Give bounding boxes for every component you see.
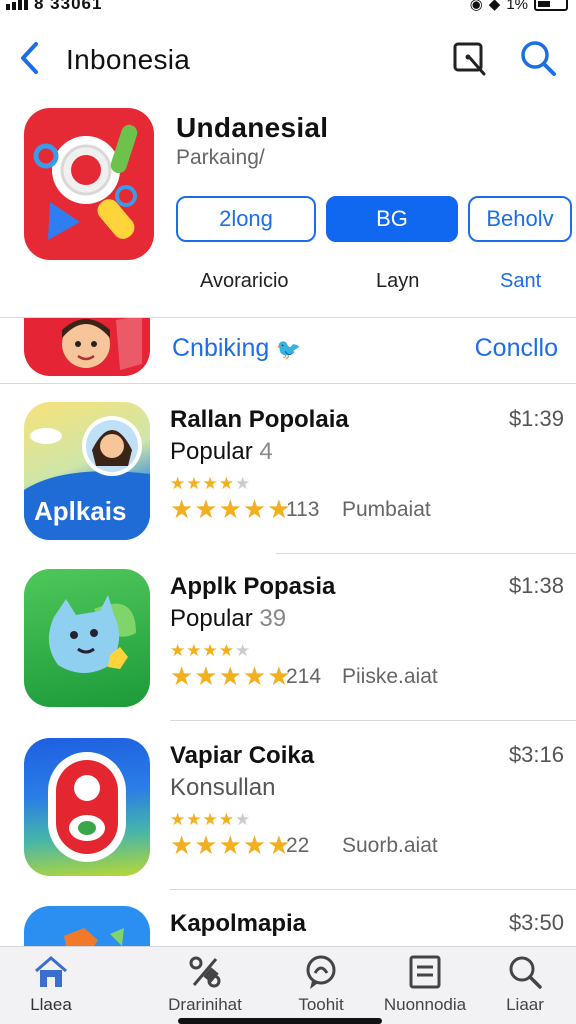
app-name: Undanesial (176, 112, 329, 143)
button-2long[interactable]: 2long (176, 196, 316, 242)
app-price[interactable]: $3:16 (509, 742, 564, 768)
app-name: Applk Popasia (170, 573, 336, 600)
app-category: Popular 4 (170, 438, 273, 465)
search-icon[interactable] (518, 38, 558, 78)
app-category: Konsullan (170, 774, 276, 801)
tab-toohit[interactable]: Toohit (266, 953, 376, 1023)
app-store-screen: 8 33061 ◉ ◆ 1% Inbonesia Undanesial Park… (0, 0, 576, 1024)
search-icon (509, 956, 542, 989)
edit-icon[interactable] (450, 38, 490, 78)
app-category: Popular 39 (170, 605, 287, 632)
bird-icon: 🐦 (276, 339, 302, 361)
status-time: 8 33061 (34, 0, 103, 13)
app-meta: Suorb.aiat (342, 834, 438, 857)
segment-avoraricio[interactable]: Avoraricio (200, 270, 289, 293)
app-icon (24, 738, 150, 876)
home-icon (35, 956, 67, 987)
ranking-app-icon[interactable] (24, 318, 150, 376)
list-item[interactable]: Aplkais Rallan Popolaia Popular 4 $1:39 … (0, 386, 576, 554)
tab-nuonnodia[interactable]: Nuonnodia (370, 953, 480, 1023)
tab-liaar[interactable]: Liaar (470, 953, 576, 1023)
app-icon[interactable] (24, 108, 154, 260)
tab-drarinihat[interactable]: Drarinihat (150, 953, 260, 1023)
signal-icon (6, 0, 28, 10)
ranking-link[interactable]: Concllo (475, 334, 558, 363)
chat-icon (306, 955, 336, 989)
navigation-bar: Inbonesia (0, 30, 576, 94)
percent-tag-icon (189, 956, 221, 988)
button-bg[interactable]: BG (326, 196, 458, 242)
featured-app-header: Undanesial Parkaing/ 2long BG Beholv Avo… (0, 98, 576, 318)
rating-count: 22 (286, 834, 310, 857)
tab-llaea[interactable]: Llaea (0, 953, 106, 1023)
app-subtitle: Parkaing/ (176, 146, 265, 169)
app-name: Vapiar Coika (170, 742, 315, 769)
battery-icon (534, 0, 568, 11)
app-icon (24, 569, 150, 707)
ranking-label[interactable]: Cnbiking 🐦 (172, 334, 301, 363)
app-price[interactable]: $1:38 (509, 573, 564, 599)
rating-count: 113 (286, 498, 320, 521)
list-item[interactable]: Vapiar Coika Konsullan $3:16 ★★★★★ ★★★★★… (0, 722, 576, 890)
rating-stars-small: ★★★★★ (170, 810, 252, 829)
app-icon-text: Aplkais (34, 496, 127, 526)
app-name: Rallan Popolaia (170, 406, 349, 433)
rating-stars: ★★★★★ (170, 494, 292, 524)
rating-stars-small: ★★★★★ (170, 474, 252, 493)
app-price[interactable]: $3:50 (509, 910, 564, 936)
battery-percent: 1% (506, 0, 528, 13)
app-icon (24, 906, 150, 946)
list-item[interactable]: Kapolmapia $3:50 (0, 890, 576, 946)
divider (170, 720, 576, 721)
wifi-icon: ◆ (488, 0, 501, 13)
ranking-row: Cnbiking 🐦 Concllo (0, 318, 576, 384)
segment-layn[interactable]: Layn (376, 270, 419, 293)
rating-stars: ★★★★★ (170, 661, 292, 691)
list-item[interactable]: Applk Popasia Popular 39 $1:38 ★★★★★ ★★★… (0, 553, 576, 721)
status-bar: 8 33061 ◉ ◆ 1% (0, 0, 576, 22)
app-price[interactable]: $1:39 (509, 406, 564, 432)
app-name: Kapolmapia (170, 910, 307, 937)
lock-icon: ◉ (469, 0, 483, 13)
app-meta: Piiske.aiat (342, 665, 438, 688)
tab-bar: Llaea Drarinihat Toohit Nuonnodia Liaar (0, 946, 576, 1024)
home-indicator (178, 1018, 382, 1024)
segment-sant[interactable]: Sant (500, 270, 541, 293)
chevron-left-icon[interactable] (14, 38, 48, 78)
page-title: Inbonesia (66, 44, 191, 75)
app-icon: Aplkais (24, 402, 150, 540)
rating-stars: ★★★★★ (170, 830, 292, 860)
rating-count: 214 (286, 665, 322, 688)
app-meta: Pumbaiat (342, 498, 431, 521)
rating-stars-small: ★★★★★ (170, 641, 252, 660)
button-beholv[interactable]: Beholv (468, 196, 572, 242)
list-icon (409, 955, 441, 989)
